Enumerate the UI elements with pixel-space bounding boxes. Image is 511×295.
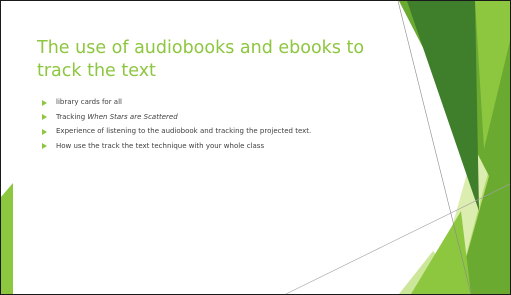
bullet-text-prefix: Tracking <box>56 112 88 121</box>
bullet-list: library cards for all Tracking When Star… <box>42 98 382 156</box>
bullet-text: library cards for all <box>56 98 122 106</box>
right-bottom-bright <box>411 211 471 294</box>
book-title-emphasis: When Stars are Scattered <box>87 112 178 121</box>
bullet-item-1: library cards for all <box>42 98 382 107</box>
left-green-sliver <box>1 183 13 294</box>
triangle-right-icon <box>42 114 47 120</box>
triangle-right-icon <box>42 143 47 149</box>
slide-title: The use of audiobooks and ebooks to trac… <box>37 38 365 81</box>
bullet-item-2: Tracking When Stars are Scattered <box>42 113 382 122</box>
triangle-right-icon <box>42 99 47 106</box>
bullet-item-4: How use the track the text technique wit… <box>42 142 382 151</box>
slide: The use of audiobooks and ebooks to trac… <box>0 0 511 295</box>
bullet-text: Experience of listening to the audiobook… <box>56 127 312 135</box>
bullet-text: How use the track the text technique wit… <box>56 141 265 150</box>
triangle-right-icon <box>42 128 47 135</box>
bullet-item-3: Experience of listening to the audiobook… <box>42 127 382 136</box>
